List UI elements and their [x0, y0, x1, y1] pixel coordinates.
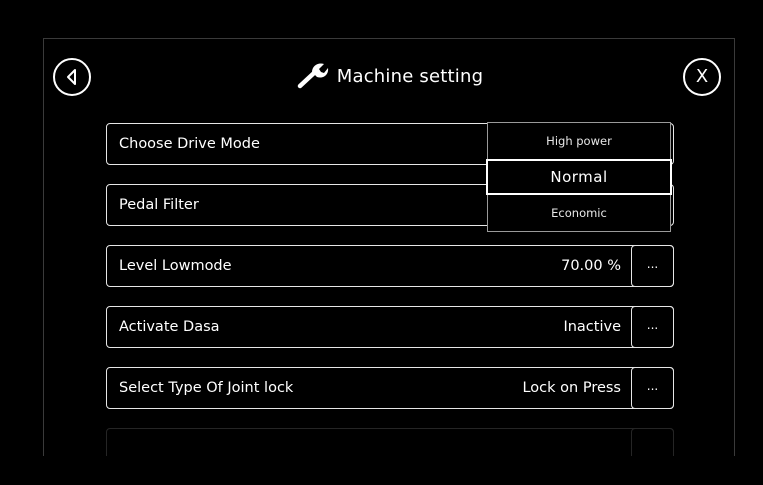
setting-row-activate-dasa[interactable]: Activate Dasa Inactive ... [106, 306, 674, 348]
wrench-icon [297, 63, 328, 89]
setting-label: Choose Drive Mode [119, 136, 260, 152]
setting-value: 70.00 % [561, 258, 621, 274]
setting-row-level-lowmode[interactable]: Level Lowmode 70.00 % ... [106, 245, 674, 287]
more-options-button[interactable] [631, 428, 674, 456]
drive-mode-dropdown: High power Normal Economic [486, 122, 672, 232]
close-icon: X [695, 65, 709, 87]
page-header: Machine setting [44, 63, 734, 89]
more-options-button[interactable]: ... [631, 306, 674, 348]
setting-row-joint-lock[interactable]: Select Type Of Joint lock Lock on Press … [106, 367, 674, 409]
close-button[interactable]: X [683, 58, 721, 96]
dropdown-option-high-power[interactable]: High power [488, 123, 670, 159]
more-options-button[interactable]: ... [631, 245, 674, 287]
setting-label: Pedal Filter [119, 197, 199, 213]
setting-value: Lock on Press [522, 380, 621, 396]
setting-label: Level Lowmode [119, 258, 232, 274]
page-title: Machine setting [336, 65, 484, 87]
dropdown-option-economic[interactable]: Economic [488, 195, 670, 231]
screen: Machine setting X Choose Drive Mode Peda… [0, 0, 763, 485]
settings-panel: Machine setting X Choose Drive Mode Peda… [43, 38, 735, 456]
more-options-button[interactable]: ... [631, 367, 674, 409]
setting-row-partial[interactable] [106, 428, 674, 456]
setting-label: Activate Dasa [119, 319, 220, 335]
setting-value: Inactive [563, 319, 621, 335]
dropdown-option-normal[interactable]: Normal [486, 159, 672, 195]
setting-label: Select Type Of Joint lock [119, 380, 294, 396]
